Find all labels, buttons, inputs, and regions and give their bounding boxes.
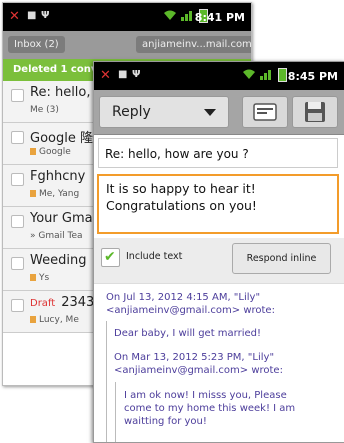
clock: 8:41 PM	[194, 11, 245, 24]
subject-field[interactable]: Re: hello, how are you ?	[98, 138, 338, 168]
checkmark-icon: ✔	[104, 249, 116, 265]
reply-mode-label: Reply	[112, 104, 151, 120]
conversation-subject: Fghhcny	[30, 169, 85, 184]
senders-text: » Gmail Tea	[30, 231, 83, 241]
quote-header: On Jul 13, 2012 4:15 AM, "Lily"	[106, 292, 261, 303]
quote-header: On Mar 13, 2012 5:23 PM, "Lily"	[114, 352, 275, 363]
subject-text: Re: hello,	[30, 85, 91, 100]
subject-text: Weeding	[30, 253, 87, 268]
notification-icon: ■	[27, 10, 37, 21]
quote-text: Dear baby, I will get married!	[114, 328, 261, 339]
signal-icon	[181, 11, 192, 21]
account-button[interactable]: anjiameinv...mail.com	[136, 36, 251, 53]
senders-text: Lucy, Me	[39, 315, 79, 325]
compose-toolbar: Reply	[94, 90, 344, 135]
quote-sender: <anjiameinv@gmail.com> wrote:	[106, 305, 275, 316]
row-checkbox[interactable]	[11, 299, 24, 312]
quote-text: come to my home this week! I am	[124, 403, 296, 414]
conversation-subject: Your Gma	[30, 211, 93, 226]
conversation-senders: Google	[30, 147, 71, 157]
notification-icon: ■	[118, 69, 128, 80]
quote-sender: <anjiameinv@gmail.com> wrote:	[114, 365, 283, 376]
wifi-icon	[164, 10, 176, 20]
usb-icon: Ψ	[132, 69, 141, 80]
conversation-senders: » Gmail Tea	[30, 231, 83, 241]
label-tag-icon	[30, 274, 36, 281]
quote-text: I am ok now! I misss you, Please	[124, 390, 287, 401]
message-body-field[interactable]: It is so happy to hear it! Congratulatio…	[97, 174, 339, 234]
draft-label: Draft	[30, 298, 56, 309]
compose-screen: ✕ ■ Ψ 8:45 PM Reply Re: hello, how are y…	[93, 61, 344, 443]
quote-text: waitting for you!	[124, 416, 207, 427]
conversation-senders: Me (3)	[30, 105, 59, 115]
signal-icon	[260, 70, 271, 80]
status-bar: ✕ ■ Ψ 8:45 PM	[94, 62, 344, 90]
battery-icon	[278, 68, 287, 82]
row-checkbox[interactable]	[11, 131, 24, 144]
quoted-message: On Jul 13, 2012 4:15 AM, "Lily" <anjiame…	[94, 283, 344, 442]
usb-icon: Ψ	[41, 10, 50, 21]
subject-text: Google 隆	[30, 131, 93, 146]
floppy-disk-icon	[305, 102, 325, 122]
body-line: Congratulations on you!	[106, 198, 257, 213]
body-line: It is so happy to hear it!	[106, 181, 256, 196]
quote-bar	[106, 321, 107, 442]
conversation-senders: Me, Yang	[30, 189, 79, 199]
respond-inline-button[interactable]: Respond inline	[232, 243, 331, 274]
row-checkbox[interactable]	[11, 173, 24, 186]
label-tag-icon	[30, 190, 36, 197]
details-button[interactable]	[242, 96, 288, 128]
conversation-subject: Weeding	[30, 253, 86, 268]
subject-text: 2343	[61, 295, 95, 310]
conversation-subject: Draft 2343	[30, 295, 94, 310]
quote-bar	[115, 382, 116, 442]
missed-call-icon: ✕	[9, 9, 20, 24]
conversation-subject: Re: hello,	[30, 85, 91, 100]
include-text-row: ✔ Include text Respond inline	[94, 238, 344, 283]
senders-text: Ys	[39, 273, 50, 283]
label-tag-icon	[30, 316, 36, 323]
senders-text: Google	[39, 147, 71, 157]
label-tag-icon	[30, 148, 36, 155]
subject-text: Your Gma	[30, 211, 93, 226]
wifi-icon	[243, 69, 255, 79]
conversation-subject: Google 隆	[30, 127, 93, 146]
conversation-senders: Lucy, Me	[30, 315, 79, 325]
senders-text: Me (3)	[30, 105, 59, 115]
status-bar: ✕ ■ Ψ 8:41 PM	[3, 3, 251, 31]
row-checkbox[interactable]	[11, 257, 24, 270]
row-checkbox[interactable]	[11, 89, 24, 102]
include-text-label: Include text	[126, 251, 183, 262]
clock: 8:45 PM	[287, 70, 338, 83]
save-draft-button[interactable]	[292, 96, 338, 128]
senders-text: Me, Yang	[39, 189, 80, 199]
chevron-down-icon	[204, 109, 216, 116]
inbox-button[interactable]: Inbox (2)	[8, 36, 65, 53]
card-icon	[253, 103, 277, 121]
inbox-header: Inbox (2) anjiameinv...mail.com	[3, 31, 251, 59]
include-text-checkbox[interactable]: ✔	[101, 248, 120, 267]
subject-text: Fghhcny	[30, 169, 86, 184]
conversation-senders: Ys	[30, 273, 49, 283]
row-checkbox[interactable]	[11, 215, 24, 228]
missed-call-icon: ✕	[100, 68, 111, 83]
reply-mode-dropdown[interactable]: Reply	[99, 96, 229, 128]
